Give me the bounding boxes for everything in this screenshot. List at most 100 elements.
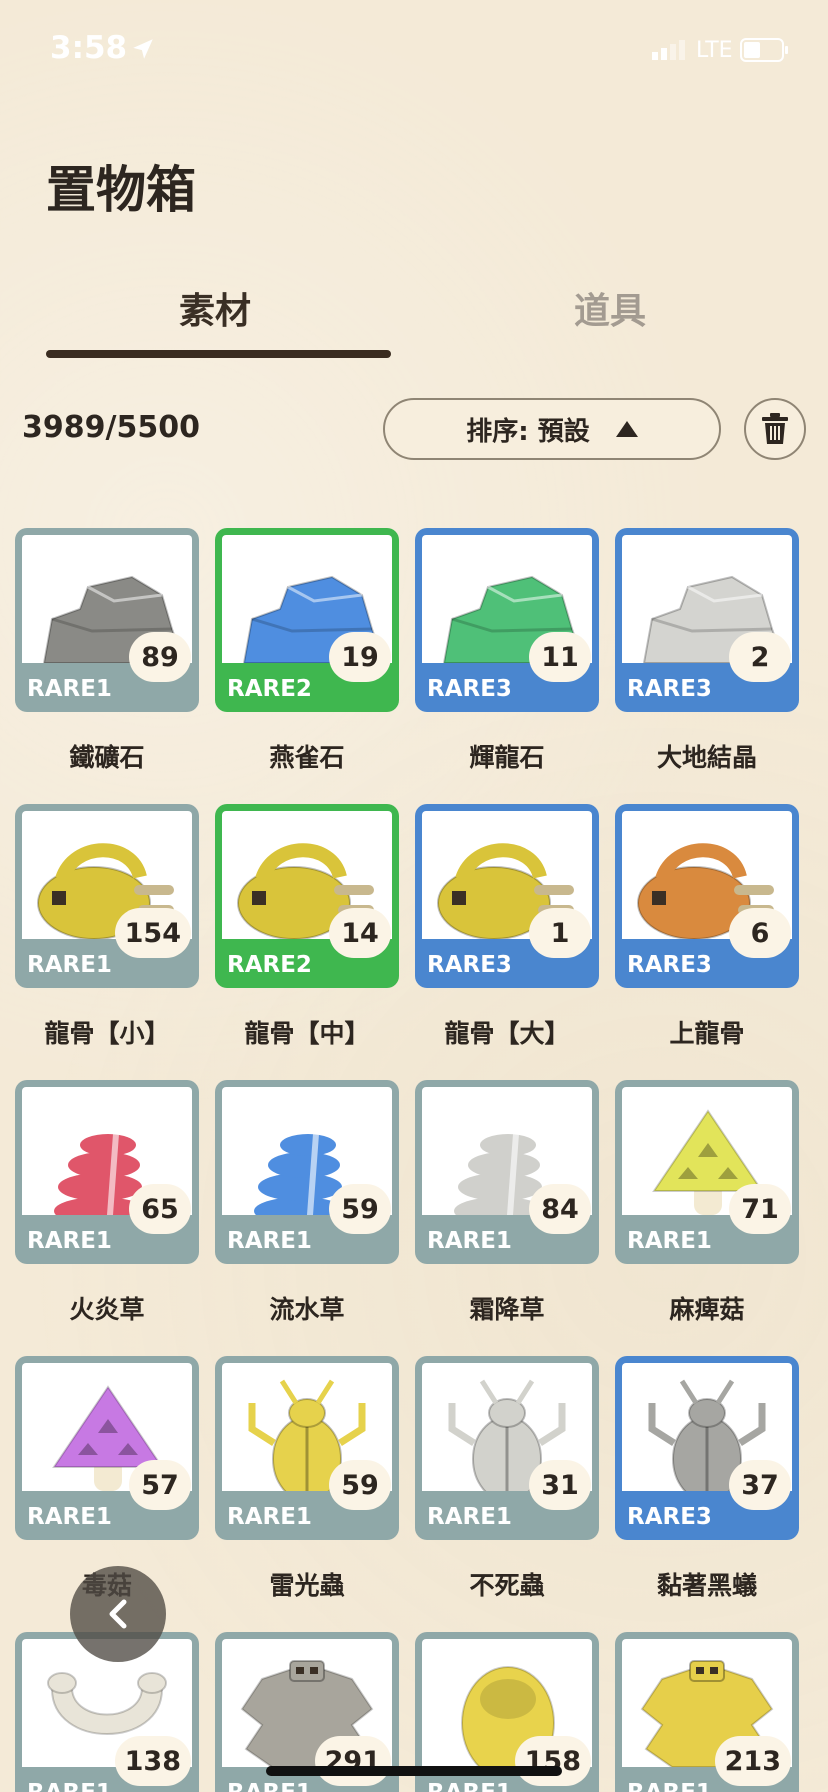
item-card[interactable]: RARE1 71 xyxy=(615,1080,799,1264)
inventory-item[interactable]: RARE1 59 雷光蟲 xyxy=(215,1356,399,1602)
item-count-badge: 14 xyxy=(329,908,391,958)
item-count-badge: 57 xyxy=(129,1460,191,1510)
item-card[interactable]: RARE1 59 xyxy=(215,1356,399,1540)
inventory-item[interactable]: RARE3 11 輝龍石 xyxy=(415,528,599,774)
item-card[interactable]: RARE1 154 xyxy=(15,804,199,988)
inventory-item[interactable]: RARE3 37 黏著黑蟻 xyxy=(615,1356,799,1602)
rarity-label: RARE2 xyxy=(227,952,312,978)
inventory-item[interactable]: RARE3 1 龍骨【大】 xyxy=(415,804,599,1050)
inventory-item[interactable]: RARE1 65 火炎草 xyxy=(15,1080,199,1326)
rarity-label: RARE1 xyxy=(627,1228,712,1254)
signal-icon xyxy=(652,40,685,60)
item-count-badge: 65 xyxy=(129,1184,191,1234)
rarity-label: RARE1 xyxy=(627,1780,712,1792)
item-card[interactable]: RARE1 89 xyxy=(15,528,199,712)
item-card[interactable]: RARE2 14 xyxy=(215,804,399,988)
item-count-badge: 138 xyxy=(114,1736,191,1786)
inventory-item[interactable]: RARE157毒菇 xyxy=(15,1356,199,1602)
item-count-badge: 31 xyxy=(529,1460,591,1510)
item-count-badge: 291 xyxy=(314,1736,391,1786)
item-count-badge: 1 xyxy=(529,908,591,958)
item-name: 龍骨【小】 xyxy=(44,1019,170,1048)
inventory-item[interactable]: RARE1 84 霜降草 xyxy=(415,1080,599,1326)
tab-items[interactable]: 道具 xyxy=(440,282,780,334)
inventory-item[interactable]: RARE1 89 鐵礦石 xyxy=(15,528,199,774)
inventory-item[interactable]: RARE1 71 麻痺菇 xyxy=(615,1080,799,1326)
item-card[interactable]: RARE1 84 xyxy=(415,1080,599,1264)
home-indicator xyxy=(266,1766,562,1776)
trash-button[interactable] xyxy=(744,398,806,460)
item-count-badge: 59 xyxy=(329,1184,391,1234)
back-button[interactable] xyxy=(70,1566,166,1662)
item-card[interactable]: RARE1 31 xyxy=(415,1356,599,1540)
rarity-label: RARE1 xyxy=(227,1780,312,1792)
item-count-badge: 19 xyxy=(329,632,391,682)
item-name: 大地結晶 xyxy=(656,743,757,772)
rarity-label: RARE1 xyxy=(27,1504,112,1530)
sort-label: 排序: 預設 xyxy=(466,416,590,447)
network-type: LTE xyxy=(696,38,733,63)
item-name: 火炎草 xyxy=(69,1295,145,1324)
item-count-badge: 213 xyxy=(714,1736,791,1786)
item-count-badge: 11 xyxy=(529,632,591,682)
item-name: 鐵礦石 xyxy=(69,743,145,772)
item-card[interactable]: RARE1 65 xyxy=(15,1080,199,1264)
item-count-badge: 6 xyxy=(729,908,791,958)
item-name: 黏著黑蟻 xyxy=(656,1571,757,1600)
storage-capacity: 3989/5500 xyxy=(22,410,200,445)
inventory-item[interactable]: RARE3 2 大地結晶 xyxy=(615,528,799,774)
active-tab-indicator xyxy=(46,350,391,358)
rarity-label: RARE3 xyxy=(627,952,712,978)
tab-materials[interactable]: 素材 xyxy=(40,282,390,334)
inventory-item[interactable]: RARE3 6 上龍骨 xyxy=(615,804,799,1050)
item-count-badge: 84 xyxy=(529,1184,591,1234)
location-arrow-icon xyxy=(133,39,153,59)
item-name: 龍骨【大】 xyxy=(444,1019,570,1048)
item-card[interactable]: RARE3 6 xyxy=(615,804,799,988)
item-count-badge: 158 xyxy=(514,1736,591,1786)
rarity-label: RARE3 xyxy=(627,676,712,702)
item-name: 麻痺菇 xyxy=(669,1295,745,1324)
item-card[interactable]: RARE1213 xyxy=(615,1632,799,1792)
item-card[interactable]: RARE3 37 xyxy=(615,1356,799,1540)
item-count-badge: 59 xyxy=(329,1460,391,1510)
rarity-label: RARE1 xyxy=(427,1228,512,1254)
rarity-label: RARE1 xyxy=(27,1228,112,1254)
item-name: 燕雀石 xyxy=(269,743,345,772)
rarity-label: RARE1 xyxy=(227,1504,312,1530)
item-count-badge: 154 xyxy=(114,908,191,958)
item-name: 霜降草 xyxy=(469,1295,545,1324)
item-name: 不死蟲 xyxy=(469,1571,545,1600)
item-card[interactable]: RARE1 59 xyxy=(215,1080,399,1264)
rarity-label: RARE1 xyxy=(27,1780,112,1792)
inventory-item[interactable]: RARE1 154 龍骨【小】 xyxy=(15,804,199,1050)
item-name: 輝龍石 xyxy=(469,743,545,772)
sort-button[interactable]: 排序: 預設 xyxy=(383,398,721,460)
item-name: 雷光蟲 xyxy=(269,1571,345,1600)
item-card[interactable]: RARE3 1 xyxy=(415,804,599,988)
inventory-item[interactable]: RARE1213 xyxy=(615,1632,799,1792)
sort-direction-icon xyxy=(615,421,638,437)
item-count-badge: 2 xyxy=(729,632,791,682)
inventory-item[interactable]: RARE2 19 燕雀石 xyxy=(215,528,399,774)
item-name: 龍骨【中】 xyxy=(244,1019,370,1048)
item-card[interactable]: RARE3 2 xyxy=(615,528,799,712)
inventory-item[interactable]: RARE1 31 不死蟲 xyxy=(415,1356,599,1602)
item-card[interactable]: RARE3 11 xyxy=(415,528,599,712)
rarity-label: RARE3 xyxy=(627,1504,712,1530)
chevron-left-icon xyxy=(109,1599,127,1629)
rarity-label: RARE1 xyxy=(27,952,112,978)
inventory-item[interactable]: RARE2 14 龍骨【中】 xyxy=(215,804,399,1050)
item-count-badge: 89 xyxy=(129,632,191,682)
inventory-item[interactable]: RARE1 59 流水草 xyxy=(215,1080,399,1326)
item-card[interactable]: RARE2 19 xyxy=(215,528,399,712)
rarity-label: RARE2 xyxy=(227,676,312,702)
item-card[interactable]: RARE1 57 xyxy=(15,1356,199,1540)
trash-icon xyxy=(762,413,788,444)
page-title: 置物箱 xyxy=(46,161,196,219)
battery-icon xyxy=(740,38,788,62)
rarity-label: RARE1 xyxy=(27,676,112,702)
rarity-label: RARE1 xyxy=(427,1780,512,1792)
rarity-label: RARE1 xyxy=(427,1504,512,1530)
item-count-badge: 37 xyxy=(729,1460,791,1510)
